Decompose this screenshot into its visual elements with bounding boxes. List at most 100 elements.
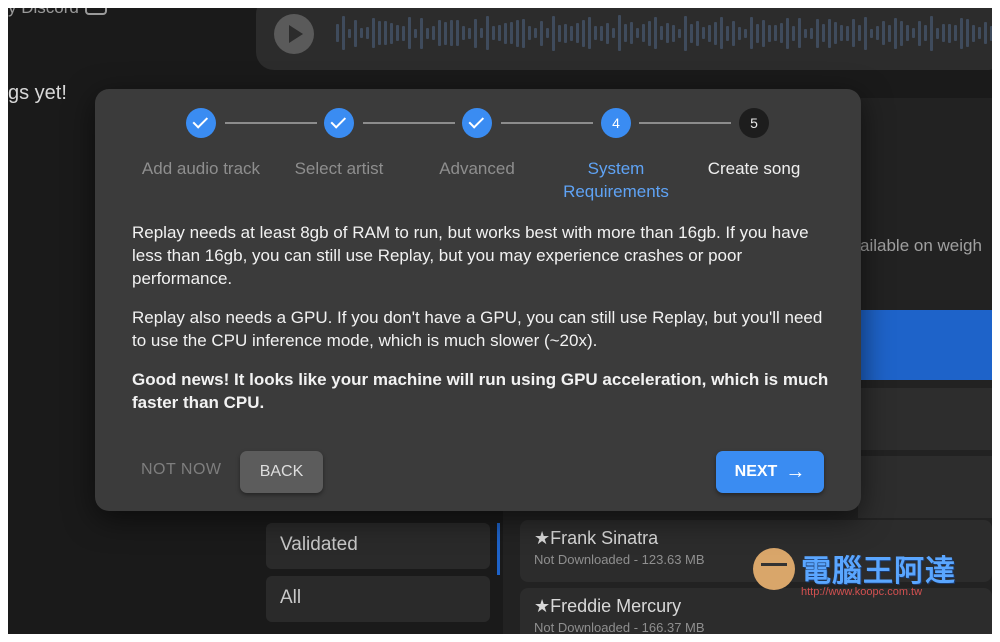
waveform-bar [636, 28, 639, 38]
gpu-detected-text: Good news! It looks like your machine wi… [132, 370, 829, 412]
next-button[interactable]: NEXT → [716, 451, 824, 493]
waveform-bar [966, 19, 969, 47]
waveform[interactable] [336, 10, 992, 56]
waveform-bar [618, 15, 621, 51]
next-label: NEXT [734, 463, 778, 480]
ram-requirement-text: Replay needs at least 8gb of RAM to run,… [132, 223, 809, 288]
not-now-button[interactable]: NOT NOW [141, 461, 222, 479]
back-button[interactable]: BACK [240, 451, 323, 493]
selected-option[interactable] [858, 310, 992, 380]
waveform-bar [522, 18, 525, 48]
waveform-bar [456, 20, 459, 46]
waveform-bar [774, 25, 777, 41]
waveform-bar [510, 22, 513, 44]
waveform-bar [810, 27, 813, 39]
waveform-bar [348, 28, 351, 38]
waveform-bar [798, 18, 801, 48]
star-icon: ★ [534, 596, 551, 616]
waveform-bar [492, 26, 495, 40]
waveform-bar [378, 21, 381, 45]
waveform-bar [534, 28, 537, 38]
step-label-advanced: Advanced [439, 159, 515, 178]
waveform-bar [606, 22, 609, 44]
option-box[interactable] [858, 456, 992, 518]
waveform-bar [948, 23, 951, 43]
check-icon [330, 113, 347, 129]
waveform-bar [540, 20, 543, 46]
waveform-bar [384, 21, 387, 45]
waveform-bar [336, 24, 339, 42]
discord-icon [84, 8, 107, 15]
option-box[interactable] [858, 388, 992, 450]
waveform-bar [660, 26, 663, 40]
waveform-bar [942, 24, 945, 42]
waveform-bar [402, 25, 405, 41]
waveform-bar [546, 28, 549, 38]
waveform-bar [504, 22, 507, 44]
waveform-bar [414, 28, 417, 38]
waveform-bar [852, 19, 855, 47]
waveform-bar [426, 27, 429, 39]
arrow-right-icon: → [785, 461, 806, 483]
waveform-bar [930, 15, 933, 51]
waveform-bar [726, 25, 729, 41]
waveform-bar [882, 21, 885, 45]
waveform-bar [468, 27, 471, 39]
waveform-bar [924, 25, 927, 41]
waveform-bar [750, 17, 753, 49]
waveform-bar [366, 27, 369, 39]
scrollbar[interactable] [497, 523, 500, 575]
step-5-pending[interactable]: 5 [739, 108, 769, 138]
waveform-bar [594, 26, 597, 40]
step-2-complete[interactable] [324, 108, 354, 138]
waveform-bar [678, 28, 681, 38]
waveform-bar [936, 27, 939, 39]
waveform-bar [462, 26, 465, 40]
waveform-bar [846, 25, 849, 41]
step-1-complete[interactable] [186, 108, 216, 138]
waveform-bar [558, 24, 561, 42]
waveform-bar [654, 17, 657, 49]
waveform-bar [762, 19, 765, 47]
step-4-active[interactable]: 4 [601, 108, 631, 138]
waveform-bar [876, 26, 879, 40]
waveform-bar [498, 25, 501, 41]
waveform-bar [918, 20, 921, 46]
waveform-bar [450, 20, 453, 46]
waveform-bar [840, 25, 843, 41]
waveform-bar [732, 20, 735, 46]
waveform-bar [828, 18, 831, 48]
waveform-bar [480, 28, 483, 38]
waveform-bar [822, 24, 825, 42]
waveform-bar [744, 28, 747, 38]
empty-songs-text: gs yet! [8, 82, 67, 104]
step-label-create-song: Create song [707, 159, 801, 178]
setup-dialog: 4 5 Add audio track Select artist Advanc… [95, 89, 861, 511]
audio-player [256, 8, 992, 70]
waveform-bar [768, 24, 771, 42]
filter-all[interactable]: All [266, 576, 490, 622]
stepper-connector [501, 122, 593, 124]
waveform-bar [990, 25, 992, 41]
waveform-bar [960, 17, 963, 49]
waveform-bar [444, 21, 447, 45]
waveform-bar [588, 17, 591, 49]
waveform-bar [582, 19, 585, 47]
song-name: Freddie Mercury [550, 596, 682, 616]
waveform-bar [642, 24, 645, 42]
song-status: Not Downloaded - 166.37 MB [534, 620, 705, 634]
waveform-bar [516, 19, 519, 47]
waveform-bar [984, 22, 987, 44]
waveform-bar [396, 25, 399, 41]
waveform-bar [792, 25, 795, 41]
play-icon[interactable] [274, 14, 314, 54]
weights-text: ailable on weigh [860, 236, 982, 255]
step-label-select-artist: Select artist [294, 159, 384, 178]
gpu-requirement-text: Replay also needs a GPU. If you don't ha… [132, 308, 823, 350]
watermark-title: 電腦王阿達 [801, 555, 956, 588]
stepper-connector [639, 122, 731, 124]
waveform-bar [972, 24, 975, 42]
step-3-complete[interactable] [462, 108, 492, 138]
filter-validated[interactable]: Validated [266, 523, 490, 569]
discord-link[interactable]: y Discord [8, 8, 107, 18]
